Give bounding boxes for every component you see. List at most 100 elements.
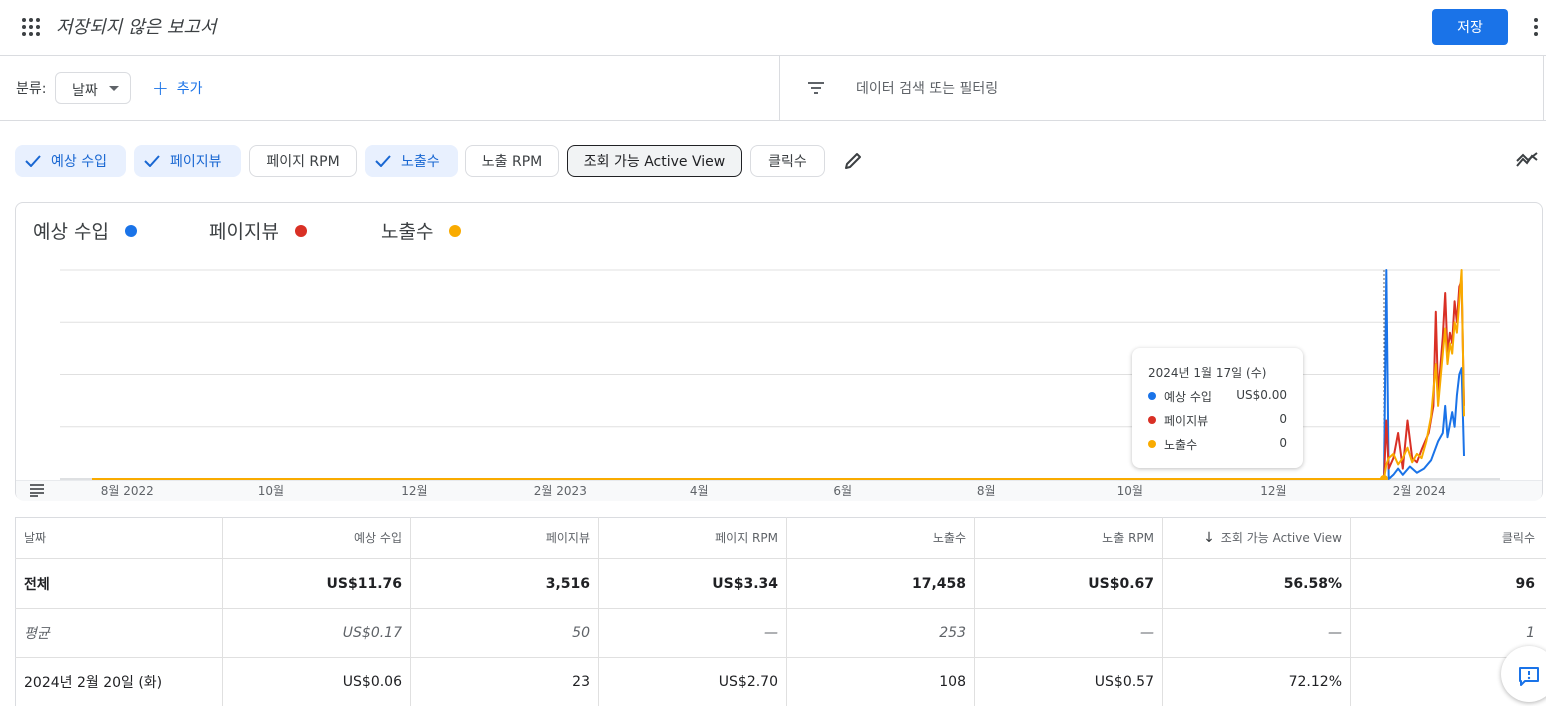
chip-estimated-earnings[interactable]: 예상 수입 bbox=[15, 145, 126, 177]
chip-pageviews[interactable]: 페이지뷰 bbox=[134, 145, 241, 177]
column-header-label: 조회 가능 Active View bbox=[1220, 531, 1342, 545]
save-button[interactable]: 저장 bbox=[1432, 9, 1508, 45]
tooltip-row-earnings: 예상 수입 US$0.00 bbox=[1148, 388, 1287, 404]
x-tick-label: 4월 bbox=[689, 484, 709, 498]
more-vert-icon[interactable] bbox=[1530, 17, 1542, 37]
series-dot bbox=[1148, 392, 1156, 400]
column-header-impressions[interactable]: 노출수 bbox=[787, 517, 975, 558]
table-cell: US$0.06 bbox=[223, 658, 411, 706]
x-tick-label: 12월 bbox=[1260, 484, 1287, 498]
divider bbox=[1543, 56, 1544, 120]
feedback-icon bbox=[1519, 667, 1539, 686]
line-chart[interactable] bbox=[16, 203, 1542, 499]
x-axis-band bbox=[16, 480, 1542, 501]
chip-label: 페이지 RPM bbox=[266, 154, 340, 170]
chip-impressions[interactable]: 노출수 bbox=[365, 145, 458, 177]
series-dot bbox=[1148, 440, 1156, 448]
table-cell: US$0.57 bbox=[975, 658, 1163, 706]
table-average-row: 평균 US$0.17 50 — 253 — — 1 bbox=[15, 609, 1546, 658]
table-cell: — bbox=[975, 609, 1163, 657]
top-bar: 저장되지 않은 보고서 저장 bbox=[0, 0, 1546, 56]
series-dot bbox=[1148, 416, 1156, 424]
table-header-row: 날짜 예상 수입 페이지뷰 페이지 RPM 노출수 노출 RPM ↓ 조회 가능… bbox=[15, 517, 1546, 559]
column-header-page-rpm[interactable]: 페이지 RPM bbox=[599, 517, 787, 558]
table-cell: US$3.34 bbox=[599, 559, 787, 608]
tooltip-series-value: US$0.00 bbox=[1236, 388, 1287, 402]
tooltip-series-name: 노출수 bbox=[1164, 438, 1198, 452]
chip-clicks[interactable]: 클릭수 bbox=[750, 145, 825, 177]
x-tick-label: 2월 2024 bbox=[1392, 484, 1446, 498]
chip-label: 조회 가능 Active View bbox=[583, 154, 726, 170]
table-toggle-icon[interactable] bbox=[29, 483, 45, 497]
chip-label: 노출수 bbox=[401, 154, 440, 170]
chart-tooltip: 2024년 1월 17일 (수) 예상 수입 US$0.00 페이지뷰 0 노출… bbox=[1132, 348, 1303, 468]
tooltip-row-pageviews: 페이지뷰 0 bbox=[1148, 412, 1287, 428]
column-header-earnings[interactable]: 예상 수입 bbox=[223, 517, 411, 558]
table-cell: — bbox=[599, 609, 787, 657]
chip-impression-rpm[interactable]: 노출 RPM bbox=[465, 145, 559, 177]
table-cell: — bbox=[1163, 609, 1351, 657]
table-cell: 평균 bbox=[15, 609, 223, 657]
column-header-impression-rpm[interactable]: 노출 RPM bbox=[975, 517, 1163, 558]
group-by-label: 분류: bbox=[16, 81, 47, 97]
x-tick-label: 8월 bbox=[976, 484, 996, 498]
trend-chart-icon[interactable] bbox=[1516, 152, 1538, 168]
x-tick-label: 6월 bbox=[833, 484, 853, 498]
chip-label: 예상 수입 bbox=[51, 154, 107, 170]
column-header-date[interactable]: 날짜 bbox=[15, 517, 223, 558]
table-cell: 72.12% bbox=[1163, 658, 1351, 706]
column-header-pageviews[interactable]: 페이지뷰 bbox=[411, 517, 599, 558]
report-title[interactable]: 저장되지 않은 보고서 bbox=[56, 13, 216, 39]
sort-descending-icon: ↓ bbox=[1203, 529, 1215, 546]
table-row[interactable]: 2024년 2월 20일 (화) US$0.06 23 US$2.70 108 … bbox=[15, 658, 1546, 706]
tooltip-series-name: 페이지뷰 bbox=[1164, 414, 1209, 428]
table-total-row: 전체 US$11.76 3,516 US$3.34 17,458 US$0.67… bbox=[15, 559, 1546, 609]
apps-grid-icon[interactable] bbox=[21, 17, 41, 37]
tooltip-series-value: 0 bbox=[1279, 412, 1287, 426]
tooltip-date: 2024년 1월 17일 (수) bbox=[1148, 366, 1267, 380]
x-tick-label: 12월 bbox=[401, 484, 428, 498]
group-by-select[interactable]: 날짜 bbox=[55, 72, 131, 104]
tooltip-row-impressions: 노출수 0 bbox=[1148, 436, 1287, 452]
plus-icon: + bbox=[152, 76, 169, 100]
filter-bar: 분류: 날짜 + 추가 데이터 검색 또는 필터링 bbox=[0, 56, 1546, 121]
chip-label: 페이지뷰 bbox=[170, 154, 222, 170]
chip-label: 노출 RPM bbox=[481, 154, 543, 170]
group-by-value: 날짜 bbox=[72, 83, 98, 99]
table-cell: 전체 bbox=[15, 559, 223, 608]
table-cell: 23 bbox=[411, 658, 599, 706]
check-icon bbox=[25, 155, 41, 167]
chip-page-rpm[interactable]: 페이지 RPM bbox=[249, 145, 357, 177]
column-header-clicks[interactable]: 클릭수 bbox=[1351, 517, 1543, 558]
column-header-active-view[interactable]: ↓ 조회 가능 Active View bbox=[1163, 517, 1351, 558]
table-cell: US$2.70 bbox=[599, 658, 787, 706]
x-tick-label: 10월 bbox=[1116, 484, 1143, 498]
search-filter-input[interactable]: 데이터 검색 또는 필터링 bbox=[856, 78, 998, 98]
table-cell: US$11.76 bbox=[223, 559, 411, 608]
add-label: 추가 bbox=[176, 81, 203, 97]
check-icon bbox=[375, 155, 391, 167]
table-cell: 2024년 2월 20일 (화) bbox=[15, 658, 223, 706]
check-icon bbox=[144, 155, 160, 167]
chip-active-view-viewable[interactable]: 조회 가능 Active View bbox=[567, 145, 742, 177]
chart-card: 예상 수입 페이지뷰 노출수 8월 2022 10월 12월 2월 2023 4월 6월 8… bbox=[15, 202, 1543, 501]
tooltip-series-name: 예상 수입 bbox=[1164, 390, 1212, 404]
table-cell: 253 bbox=[787, 609, 975, 657]
x-tick-label: 2월 2023 bbox=[533, 484, 587, 498]
table-cell: 108 bbox=[787, 658, 975, 706]
table-cell: US$0.17 bbox=[223, 609, 411, 657]
divider bbox=[779, 56, 780, 120]
filter-icon[interactable] bbox=[806, 80, 826, 96]
table-cell: US$0.67 bbox=[975, 559, 1163, 608]
dropdown-arrow-icon bbox=[109, 86, 119, 91]
add-dimension-button[interactable]: + 추가 bbox=[152, 78, 203, 98]
chip-label: 클릭수 bbox=[768, 154, 807, 170]
tooltip-series-value: 0 bbox=[1279, 436, 1287, 450]
table-cell: 17,458 bbox=[787, 559, 975, 608]
x-tick-label: 8월 2022 bbox=[100, 484, 154, 498]
edit-pencil-icon[interactable] bbox=[843, 151, 863, 171]
x-tick-label: 10월 bbox=[257, 484, 284, 498]
table-cell: 56.58% bbox=[1163, 559, 1351, 608]
table-cell: 50 bbox=[411, 609, 599, 657]
table-cell: 96 bbox=[1515, 575, 1535, 592]
